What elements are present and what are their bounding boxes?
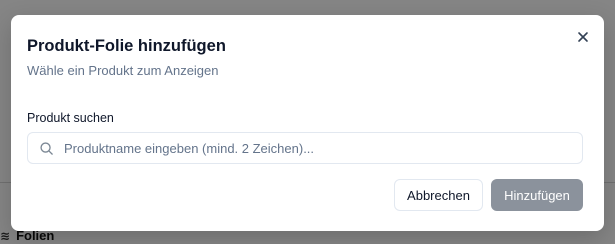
close-button[interactable] (572, 27, 594, 49)
close-icon (577, 31, 589, 46)
add-button[interactable]: Hinzufügen (491, 179, 583, 211)
search-label: Produkt suchen (27, 111, 114, 125)
search-icon (38, 140, 54, 156)
dialog-title: Produkt-Folie hinzufügen (27, 37, 226, 55)
search-input[interactable] (64, 133, 582, 163)
add-product-slide-dialog: Produkt-Folie hinzufügen Wähle ein Produ… (11, 15, 604, 231)
dialog-subtitle: Wähle ein Produkt zum Anzeigen (27, 63, 219, 78)
cancel-button[interactable]: Abbrechen (394, 179, 483, 211)
search-field[interactable] (27, 132, 583, 164)
